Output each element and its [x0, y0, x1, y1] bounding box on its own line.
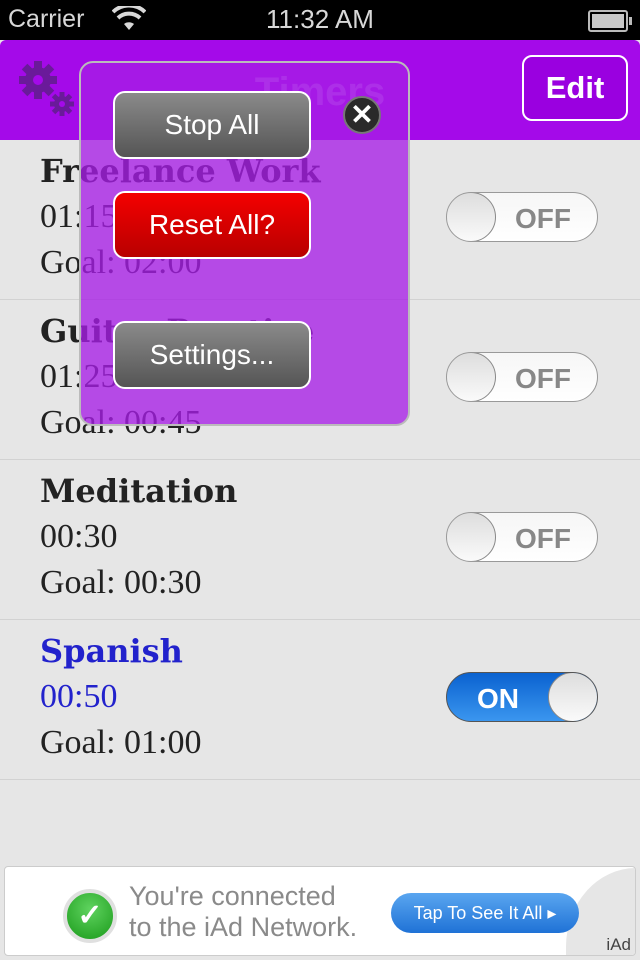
- toggle-state: OFF: [515, 363, 571, 394]
- actions-popover: Stop All ✕ Reset All? Settings...: [79, 61, 410, 426]
- clock: 11:32 AM: [266, 4, 374, 34]
- ad-message-line1: You're connected: [129, 881, 336, 911]
- timer-row[interactable]: Meditation 00:30 Goal: 00:30 OFF: [0, 460, 640, 620]
- toggle-knob: [447, 193, 496, 241]
- close-icon[interactable]: ✕: [343, 96, 381, 134]
- timer-goal: Goal: 01:00: [40, 724, 202, 761]
- toggle-knob: [548, 673, 597, 721]
- timer-name: Spanish: [40, 632, 183, 670]
- timer-row[interactable]: Spanish 00:50 Goal: 01:00 ON: [0, 620, 640, 780]
- timer-goal: Goal: 00:30: [40, 564, 202, 601]
- timer-name: Meditation: [40, 472, 238, 510]
- checkmark-icon: [63, 889, 117, 943]
- toggle-state: OFF: [515, 203, 571, 234]
- ad-cta-button[interactable]: Tap To See It All ▸: [391, 893, 579, 933]
- toggle-knob: [447, 353, 496, 401]
- timer-toggle[interactable]: ON: [446, 672, 598, 722]
- iad-banner[interactable]: You're connected to the iAd Network. Tap…: [4, 866, 636, 956]
- stop-all-button[interactable]: Stop All: [113, 91, 311, 159]
- iad-logo: iAd: [606, 935, 631, 954]
- status-bar: Carrier 11:32 AM: [0, 0, 640, 40]
- settings-button[interactable]: Settings...: [113, 321, 311, 389]
- edit-button[interactable]: Edit: [522, 55, 628, 121]
- timer-toggle[interactable]: OFF: [446, 192, 598, 242]
- toggle-state: OFF: [515, 523, 571, 554]
- toggle-knob: [447, 513, 496, 561]
- gears-icon[interactable]: [16, 58, 80, 122]
- timer-elapsed: 00:30: [40, 518, 118, 555]
- timer-toggle[interactable]: OFF: [446, 512, 598, 562]
- battery-icon: [588, 10, 632, 32]
- timer-toggle[interactable]: OFF: [446, 352, 598, 402]
- ad-message: You're connected to the iAd Network.: [129, 881, 357, 943]
- ad-message-line2: to the iAd Network.: [129, 912, 358, 942]
- toggle-state: ON: [477, 683, 519, 714]
- timer-elapsed: 00:50: [40, 678, 118, 715]
- reset-all-button[interactable]: Reset All?: [113, 191, 311, 259]
